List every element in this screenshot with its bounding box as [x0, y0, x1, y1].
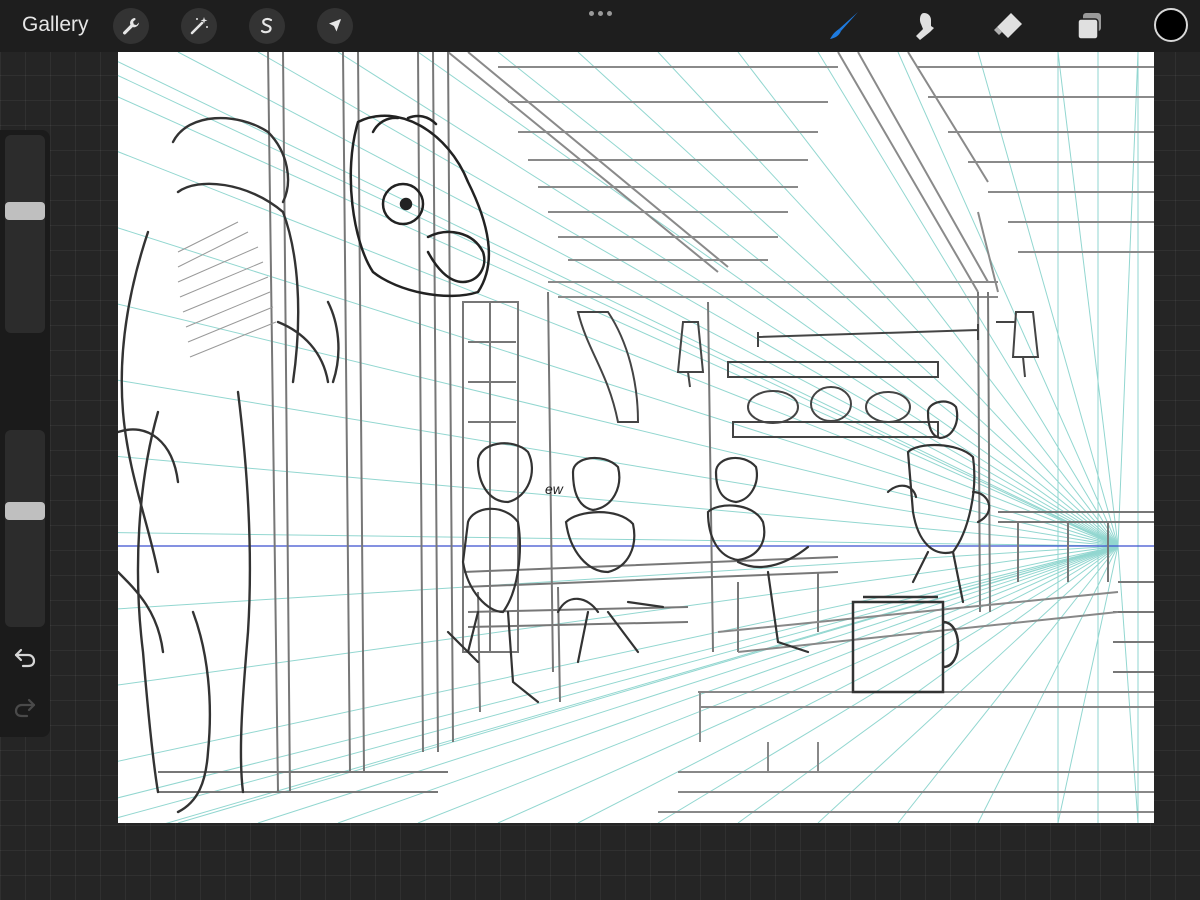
brush-icon	[830, 12, 858, 39]
selection-s-icon	[260, 17, 273, 34]
more-options-dots[interactable]	[585, 5, 615, 21]
opacity-slider[interactable]	[5, 430, 45, 627]
smudge-tool-button[interactable]	[908, 8, 944, 44]
redo-icon	[14, 698, 36, 718]
undo-button[interactable]	[11, 645, 39, 669]
opacity-slider-thumb[interactable]	[5, 501, 45, 520]
redo-button[interactable]	[11, 695, 39, 719]
layers-button[interactable]	[1072, 8, 1108, 44]
selection-button[interactable]	[249, 8, 285, 44]
adjustments-button[interactable]	[181, 8, 217, 44]
color-swatch-button[interactable]	[1154, 8, 1188, 42]
undo-icon	[14, 648, 36, 668]
smudge-icon	[916, 13, 934, 40]
left-sidebar	[0, 130, 50, 737]
sketch-tavern-scene-icon: ew	[118, 52, 1154, 823]
eraser-icon	[994, 13, 1022, 38]
transform-button[interactable]	[317, 8, 353, 44]
gallery-button[interactable]: Gallery	[22, 13, 89, 37]
layers-icon	[1077, 13, 1101, 40]
wrench-icon	[123, 18, 139, 35]
svg-text:ew: ew	[545, 481, 564, 497]
brush-tool-button[interactable]	[826, 8, 862, 44]
top-toolbar: Gallery	[0, 0, 1200, 52]
eraser-tool-button[interactable]	[990, 8, 1026, 44]
magic-wand-icon	[190, 17, 208, 35]
drawing-canvas[interactable]: ew	[118, 52, 1154, 823]
transform-arrow-icon	[329, 19, 341, 32]
brush-size-slider-thumb[interactable]	[5, 201, 45, 220]
actions-button[interactable]	[113, 8, 149, 44]
brush-size-slider[interactable]	[5, 135, 45, 333]
